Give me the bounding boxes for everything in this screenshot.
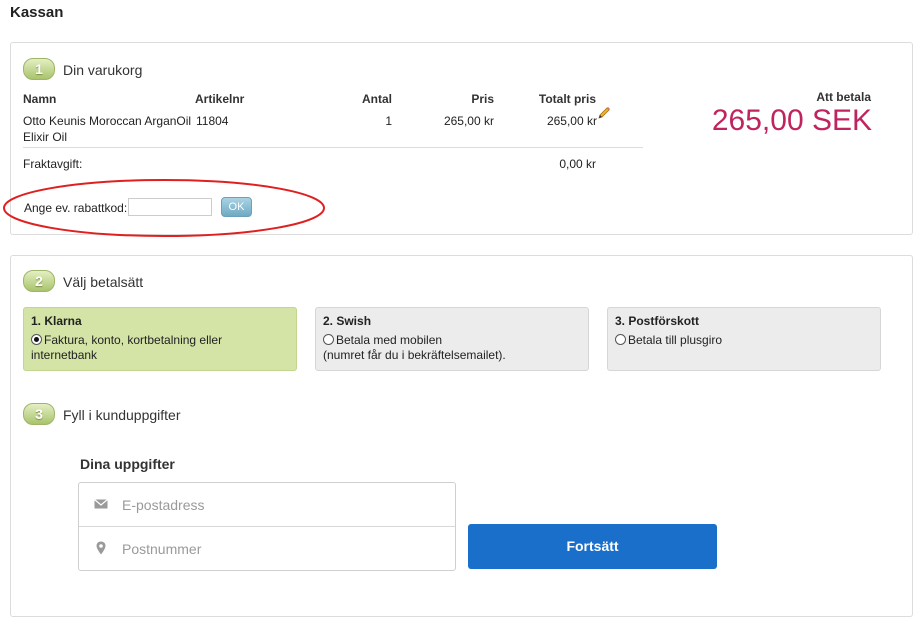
payment-option-desc: Betala till plusgiro: [615, 333, 722, 348]
item-price: 265,00 kr: [443, 114, 494, 128]
payment-option-postforskott[interactable]: 3. Postförskott Betala till plusgiro: [607, 307, 881, 371]
payment-option-desc: Faktura, konto, kortbetalning eller inte…: [31, 333, 222, 363]
cart-title: Din varukorg: [63, 62, 143, 78]
customer-fields: [78, 482, 456, 571]
shipping-value: 0,00 kr: [559, 157, 596, 171]
col-header-qty: Antal: [362, 92, 392, 106]
payment-option-title: 1. Klarna: [31, 314, 82, 328]
item-qty: 1: [385, 114, 392, 128]
item-total: 265,00 kr: [546, 114, 597, 128]
highlight-ellipse: [3, 179, 325, 237]
customer-heading: Dina uppgifter: [80, 456, 175, 472]
step-2-badge: 2: [23, 270, 55, 292]
payment-option-desc-line2: (numret får du i bekräftelsemailet).: [323, 348, 506, 362]
payment-option-swish[interactable]: 2. Swish Betala med mobilen (numret får …: [315, 307, 589, 371]
payment-option-desc-line2: internetbank: [31, 348, 98, 362]
postal-row: [79, 527, 455, 570]
map-pin-icon: [96, 541, 106, 555]
col-header-total: Totalt pris: [538, 92, 596, 106]
postforskott-radio[interactable]: [615, 334, 626, 345]
pay-amount: 265,00 SEK: [711, 104, 872, 137]
envelope-icon: [94, 499, 108, 509]
item-name-line1: Otto Keunis Moroccan ArganOil: [23, 114, 192, 128]
payment-option-desc-line1: Faktura, konto, kortbetalning eller: [44, 333, 223, 347]
payment-option-desc-line1: Betala med mobilen: [336, 333, 443, 347]
step-1-badge: 1: [23, 58, 55, 80]
email-row: [79, 483, 455, 526]
payment-option-title: 2. Swish: [323, 314, 372, 328]
page-title: Kassan: [10, 4, 64, 21]
edit-pencil-icon[interactable]: [597, 106, 611, 120]
klarna-radio[interactable]: [31, 334, 42, 345]
swish-radio[interactable]: [323, 334, 334, 345]
payment-title: Välj betalsätt: [63, 274, 144, 290]
shipping-label: Fraktavgift:: [23, 157, 83, 171]
col-header-article: Artikelnr: [195, 92, 245, 106]
postal-code-input[interactable]: [120, 537, 444, 561]
pay-label: Att betala: [816, 90, 871, 104]
payment-option-desc: Betala med mobilen (numret får du i bekr…: [323, 333, 506, 363]
col-header-price: Pris: [471, 92, 494, 106]
customer-title: Fyll i kunduppgifter: [63, 407, 181, 423]
payment-option-desc-line1: Betala till plusgiro: [628, 333, 723, 347]
cart-divider: [23, 147, 643, 148]
email-input[interactable]: [120, 493, 444, 517]
item-name-line2: Elixir Oil: [23, 130, 67, 144]
item-article: 11804: [196, 114, 229, 128]
continue-button[interactable]: Fortsätt: [468, 524, 717, 569]
col-header-name: Namn: [23, 92, 57, 106]
payment-option-klarna[interactable]: 1. Klarna Faktura, konto, kortbetalning …: [23, 307, 297, 371]
step-3-badge: 3: [23, 403, 55, 425]
payment-option-title: 3. Postförskott: [615, 314, 700, 328]
